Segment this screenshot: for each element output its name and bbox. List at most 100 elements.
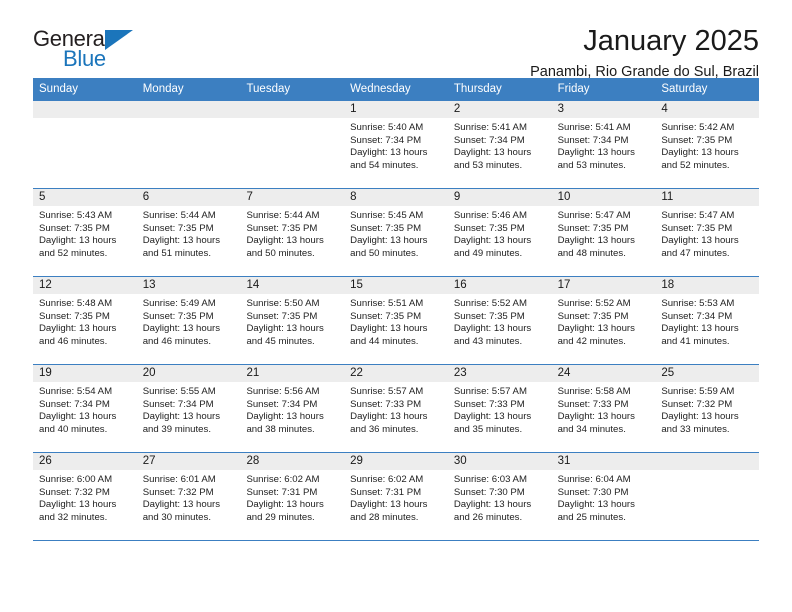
day-number: 11	[655, 189, 760, 206]
day-cell[interactable]: 17 Sunrise: 5:52 AM Sunset: 7:35 PM Dayligh…	[551, 277, 656, 364]
day-daylight2-text: and 51 minutes.	[142, 247, 211, 259]
weekday-header-friday: Friday	[557, 83, 590, 95]
day-daylight1-text: Daylight: 13 hours	[142, 323, 221, 335]
day-number	[655, 453, 760, 470]
day-number: 8	[344, 189, 448, 206]
day-details: Sunrise: 5:44 AM Sunset: 7:35 PM Daylight:…	[240, 206, 344, 260]
day-cell[interactable]: 14 Sunrise: 5:50 AM Sunset: 7:35 PM Dayligh…	[240, 277, 345, 364]
day-number: 28	[240, 453, 345, 470]
day-details: Sunrise: 6:02 AM Sunset: 7:31 PM Daylight:…	[240, 470, 344, 524]
day-cell[interactable]: 22 Sunrise: 5:57 AM Sunset: 7:33 PM Dayligh…	[344, 365, 448, 452]
day-cell[interactable]: 13 Sunrise: 5:49 AM Sunset: 7:35 PM Dayligh…	[136, 277, 241, 364]
day-details: Sunrise: 5:46 AM Sunset: 7:35 PM Daylight:…	[448, 206, 552, 260]
day-cell[interactable]: 27 Sunrise: 6:01 AM Sunset: 7:32 PM Dayligh…	[136, 453, 241, 540]
day-sunset-text: Sunset: 7:33 PM	[350, 398, 422, 410]
day-daylight2-text: and 46 minutes.	[39, 335, 108, 347]
day-daylight2-text: and 26 minutes.	[453, 511, 523, 523]
day-daylight1-text: Daylight: 13 hours	[142, 411, 221, 423]
day-daylight2-text: and 39 minutes.	[142, 423, 211, 435]
day-details: Sunrise: 5:49 AM Sunset: 7:35 PM Daylight:…	[137, 294, 241, 348]
day-cell[interactable]: 15 Sunrise: 5:51 AM Sunset: 7:35 PM Dayligh…	[344, 277, 448, 364]
day-cell[interactable]: 21 Sunrise: 5:56 AM Sunset: 7:34 PM Dayligh…	[240, 365, 345, 452]
day-cell[interactable]: 29 Sunrise: 6:02 AM Sunset: 7:31 PM Dayligh…	[344, 453, 448, 540]
day-daylight2-text: and 28 minutes.	[350, 511, 419, 523]
day-cell[interactable]: 2 Sunrise: 5:41 AM Sunset: 7:34 PM Daylight…	[447, 101, 552, 188]
day-sunrise-text: Sunrise: 6:03 AM	[453, 474, 527, 485]
day-daylight2-text: and 43 minutes.	[453, 335, 523, 347]
day-cell[interactable]: 16 Sunrise: 5:52 AM Sunset: 7:35 PM Dayligh…	[447, 277, 552, 364]
day-sunset-text: Sunset: 7:35 PM	[453, 222, 525, 234]
day-sunset-text: Sunset: 7:32 PM	[142, 486, 214, 498]
day-cell[interactable]: 20 Sunrise: 5:55 AM Sunset: 7:34 PM Dayligh…	[136, 365, 241, 452]
day-sunrise-text: Sunrise: 5:44 AM	[246, 210, 320, 221]
day-cell[interactable]: 6 Sunrise: 5:44 AM Sunset: 7:35 PM Daylight…	[136, 189, 241, 276]
day-number: 9	[447, 189, 552, 206]
calendar-bottom-rule	[33, 540, 759, 541]
day-cell[interactable]: 30 Sunrise: 6:03 AM Sunset: 7:30 PM Dayligh…	[447, 453, 552, 540]
page-header: General Blue January 2025 Panambi, Rio G…	[33, 0, 759, 81]
general-blue-logo[interactable]: General Blue	[33, 26, 153, 74]
day-daylight2-text: and 32 minutes.	[39, 511, 108, 523]
day-sunrise-text: Sunrise: 5:57 AM	[453, 386, 527, 397]
day-details: Sunrise: 5:56 AM Sunset: 7:34 PM Daylight:…	[240, 382, 344, 436]
day-cell[interactable]: 4 Sunrise: 5:42 AM Sunset: 7:35 PM Daylight…	[655, 101, 760, 188]
day-sunset-text: Sunset: 7:35 PM	[661, 222, 733, 234]
day-cell[interactable]: 12 Sunrise: 5:48 AM Sunset: 7:35 PM Dayligh…	[33, 277, 137, 364]
day-number: 22	[344, 365, 448, 382]
day-sunset-text: Sunset: 7:34 PM	[246, 398, 318, 410]
day-daylight1-text: Daylight: 13 hours	[453, 235, 532, 247]
day-cell[interactable]: 1 Sunrise: 5:40 AM Sunset: 7:34 PM Daylight…	[344, 101, 448, 188]
day-cell[interactable]: 10 Sunrise: 5:47 AM Sunset: 7:35 PM Dayligh…	[551, 189, 656, 276]
day-sunrise-text: Sunrise: 6:01 AM	[142, 474, 216, 485]
day-sunrise-text: Sunrise: 6:02 AM	[246, 474, 320, 485]
day-details: Sunrise: 5:51 AM Sunset: 7:35 PM Daylight:…	[344, 294, 448, 348]
day-daylight2-text: and 42 minutes.	[557, 335, 626, 347]
day-cell[interactable]: 28 Sunrise: 6:02 AM Sunset: 7:31 PM Dayligh…	[240, 453, 345, 540]
day-sunset-text: Sunset: 7:30 PM	[453, 486, 525, 498]
day-number: 15	[344, 277, 448, 294]
day-number: 7	[240, 189, 345, 206]
day-cell[interactable]: 26 Sunrise: 6:00 AM Sunset: 7:32 PM Dayligh…	[33, 453, 137, 540]
day-sunset-text: Sunset: 7:34 PM	[453, 134, 525, 146]
day-cell[interactable]: 18 Sunrise: 5:53 AM Sunset: 7:34 PM Dayligh…	[655, 277, 760, 364]
day-cell[interactable]: 8 Sunrise: 5:45 AM Sunset: 7:35 PM Daylight…	[344, 189, 448, 276]
day-sunrise-text: Sunrise: 5:57 AM	[350, 386, 424, 397]
day-details: Sunrise: 5:52 AM Sunset: 7:35 PM Daylight:…	[448, 294, 552, 348]
day-sunrise-text: Sunrise: 5:42 AM	[661, 122, 735, 133]
day-daylight1-text: Daylight: 13 hours	[453, 499, 532, 511]
day-sunrise-text: Sunrise: 5:52 AM	[453, 298, 527, 309]
day-daylight1-text: Daylight: 13 hours	[557, 147, 635, 159]
day-cell[interactable]: 7 Sunrise: 5:44 AM Sunset: 7:35 PM Daylight…	[240, 189, 345, 276]
day-daylight1-text: Daylight: 13 hours	[39, 411, 117, 423]
day-cell[interactable]: 3 Sunrise: 5:41 AM Sunset: 7:34 PM Daylight…	[551, 101, 656, 188]
day-details: Sunrise: 5:47 AM Sunset: 7:35 PM Daylight:…	[655, 206, 759, 260]
day-cell[interactable]: 11 Sunrise: 5:47 AM Sunset: 7:35 PM Dayligh…	[655, 189, 760, 276]
day-cell[interactable]: 31 Sunrise: 6:04 AM Sunset: 7:30 PM Dayligh…	[551, 453, 656, 540]
title-block: January 2025 Panambi, Rio Grande do Sul,…	[530, 26, 759, 81]
day-number: 27	[136, 453, 241, 470]
day-cell[interactable]: 24 Sunrise: 5:58 AM Sunset: 7:33 PM Dayligh…	[551, 365, 656, 452]
day-sunset-text: Sunset: 7:33 PM	[453, 398, 525, 410]
day-sunset-text: Sunset: 7:34 PM	[142, 398, 214, 410]
calendar-grid: Sunday Monday Tuesday Wednesday Thursday…	[33, 78, 760, 540]
day-sunrise-text: Sunrise: 5:43 AM	[39, 210, 113, 221]
weekday-header-row: Sunday Monday Tuesday Wednesday Thursday…	[33, 78, 759, 100]
day-daylight2-text: and 41 minutes.	[661, 335, 730, 347]
weekday-header-wednesday: Wednesday	[350, 83, 411, 95]
day-cell[interactable]: 19 Sunrise: 5:54 AM Sunset: 7:34 PM Dayligh…	[33, 365, 137, 452]
day-cell[interactable]: 23 Sunrise: 5:57 AM Sunset: 7:33 PM Dayligh…	[447, 365, 552, 452]
day-daylight1-text: Daylight: 13 hours	[557, 235, 635, 247]
day-sunset-text: Sunset: 7:31 PM	[246, 486, 318, 498]
day-daylight2-text: and 36 minutes.	[350, 423, 419, 435]
week-row: 19 Sunrise: 5:54 AM Sunset: 7:34 PM Dayligh…	[33, 364, 760, 452]
day-cell[interactable]: 9 Sunrise: 5:46 AM Sunset: 7:35 PM Daylight…	[447, 189, 552, 276]
day-daylight2-text: and 47 minutes.	[661, 247, 730, 259]
day-cell[interactable]: 25 Sunrise: 5:59 AM Sunset: 7:32 PM Dayligh…	[655, 365, 760, 452]
day-number: 30	[447, 453, 552, 470]
day-sunrise-text: Sunrise: 5:56 AM	[246, 386, 320, 397]
day-daylight2-text: and 34 minutes.	[557, 423, 626, 435]
day-cell[interactable]: 5 Sunrise: 5:43 AM Sunset: 7:35 PM Daylight…	[33, 189, 137, 276]
day-number: 17	[551, 277, 656, 294]
day-details: Sunrise: 5:57 AM Sunset: 7:33 PM Daylight:…	[344, 382, 448, 436]
day-number	[136, 101, 241, 118]
